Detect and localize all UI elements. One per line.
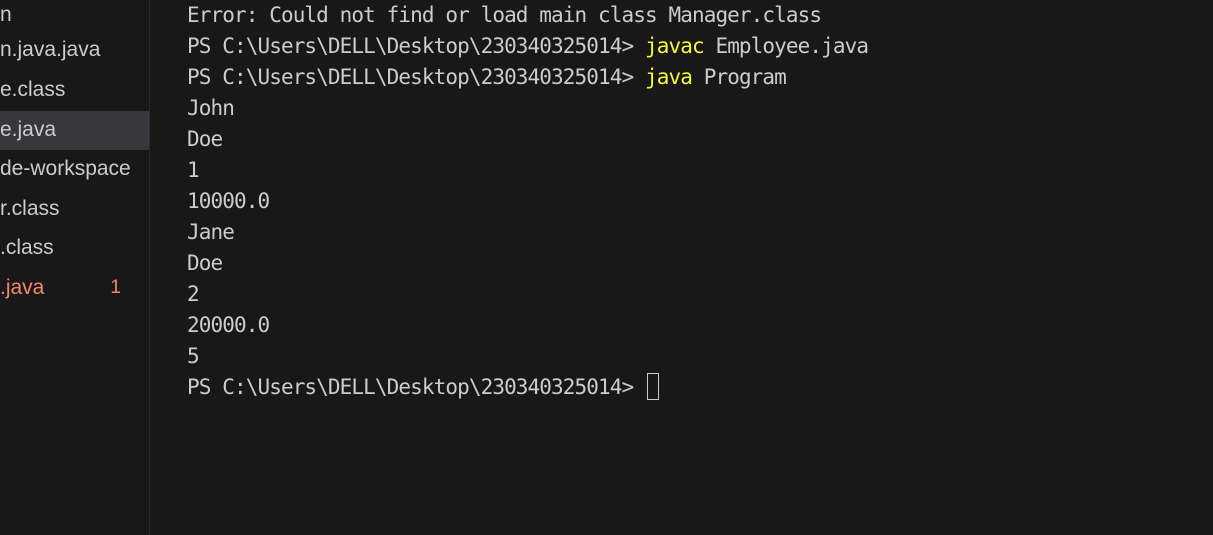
file-name: de-workspace — [0, 157, 131, 180]
terminal-line: Error: Could not find or load main class… — [187, 0, 822, 31]
file-name: e.java — [0, 118, 57, 141]
terminal-input-line[interactable]: PS C:\Users\DELL\Desktop\230340325014> — [187, 372, 660, 403]
explorer-file-item[interactable]: de-workspace — [0, 154, 149, 187]
explorer-sidebar: n n.java.java e.class e.java de-workspac… — [0, 0, 150, 535]
terminal-command: java — [644, 65, 693, 89]
file-name: .java — [0, 276, 45, 299]
terminal-line: PS C:\Users\DELL\Desktop\230340325014> j… — [187, 31, 869, 62]
terminal-line: Doe — [187, 124, 223, 155]
terminal-command-args: Employee.java — [703, 34, 869, 58]
terminal-cursor[interactable] — [647, 372, 660, 400]
explorer-file-item[interactable]: e.class — [0, 75, 149, 108]
terminal-line: Doe — [187, 248, 223, 279]
file-name: e.class — [0, 78, 66, 101]
explorer-file-item[interactable]: .class — [0, 233, 149, 266]
terminal-command-args: Program — [691, 65, 787, 89]
vscode-window: n n.java.java e.class e.java de-workspac… — [0, 0, 1213, 535]
file-name: r.class — [0, 197, 60, 220]
terminal-prompt: PS C:\Users\DELL\Desktop\230340325014> — [187, 65, 645, 89]
terminal-output: Doe — [187, 251, 223, 275]
problem-count-badge: 1 — [110, 277, 121, 298]
explorer-file-item[interactable]: n.java.java — [0, 35, 149, 68]
terminal-line: 2 — [187, 279, 200, 310]
file-name: n.java.java — [0, 38, 101, 61]
terminal-line: PS C:\Users\DELL\Desktop\230340325014> j… — [187, 62, 787, 93]
explorer-file-item[interactable]: r.class — [0, 194, 149, 227]
explorer-file-item-selected[interactable]: e.java — [0, 111, 149, 150]
terminal-command: javac — [644, 34, 705, 58]
terminal-line: Jane — [187, 217, 235, 248]
terminal-output: 10000.0 — [187, 189, 270, 213]
terminal-line: 20000.0 — [187, 310, 270, 341]
terminal-prompt: PS C:\Users\DELL\Desktop\230340325014> — [187, 375, 634, 399]
terminal-line: 10000.0 — [187, 186, 270, 217]
terminal-line: 5 — [187, 341, 200, 372]
file-name: n — [0, 3, 12, 26]
terminal-panel[interactable]: Error: Could not find or load main class… — [150, 0, 1213, 535]
terminal-output: 2 — [187, 282, 200, 306]
explorer-file-item-error[interactable]: .java 1 — [0, 273, 149, 306]
terminal-line: 1 — [187, 155, 200, 186]
explorer-file-item[interactable]: n — [0, 0, 149, 33]
terminal-output: 20000.0 — [187, 313, 270, 337]
terminal-output: Error: Could not find or load main class… — [187, 3, 822, 27]
terminal-output: Doe — [187, 127, 223, 151]
terminal-output: 1 — [187, 158, 200, 182]
terminal-line: John — [187, 93, 235, 124]
file-name: .class — [0, 236, 54, 259]
terminal-prompt: PS C:\Users\DELL\Desktop\230340325014> — [187, 34, 645, 58]
terminal-output: Jane — [187, 220, 235, 244]
terminal-output: John — [187, 96, 235, 120]
terminal-output: 5 — [187, 344, 200, 368]
